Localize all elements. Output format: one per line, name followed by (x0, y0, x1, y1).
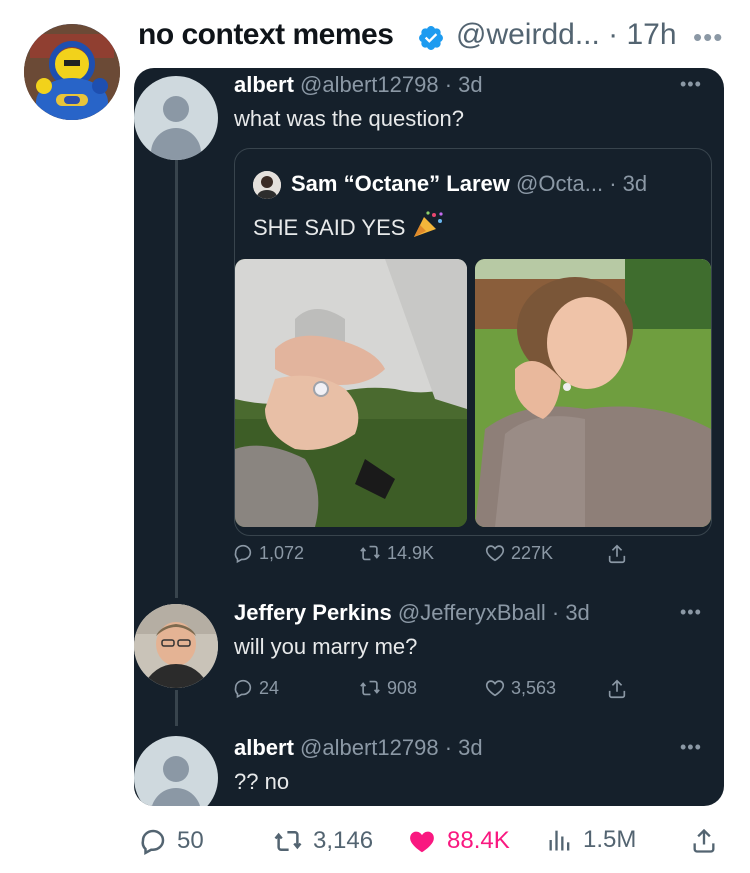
embedded-screenshot: albert @albert12798 · 3d ••• what was th… (134, 68, 724, 806)
more-horizontal-icon: ••• (680, 602, 702, 622)
tweet-author-line: albert @albert12798 · 3d (234, 735, 483, 761)
share-button[interactable] (690, 826, 718, 856)
author-handle-time: @albert12798 · 3d (300, 735, 483, 760)
retweet-count: 14.9K (387, 542, 435, 563)
more-horizontal-icon: ••• (680, 74, 702, 94)
default-avatar (134, 736, 218, 806)
reply-count-stat: 1,072 (232, 542, 304, 564)
author-handle-time: @albert12798 · 3d (300, 72, 483, 97)
reply-icon (234, 679, 252, 699)
reply-icon (234, 544, 252, 564)
more-horizontal-icon: ••• (680, 737, 702, 757)
quote-author-avatar (253, 171, 281, 199)
jeffery-avatar (134, 604, 218, 688)
handle-and-time[interactable]: @weirdd... · 17h (456, 18, 677, 52)
like-button[interactable]: 88.4K (406, 826, 510, 856)
thread-connector-line (175, 690, 178, 726)
verified-badge-icon (419, 26, 443, 50)
ring-hand-photo (235, 259, 467, 527)
reply-count-stat: 24 (232, 677, 279, 699)
tweet-text: ?? no (234, 769, 290, 794)
views-chart-icon (549, 830, 570, 851)
display-name[interactable]: no context memes (138, 18, 394, 52)
retweet-icon (360, 680, 380, 696)
views-button[interactable]: 1.5M (546, 826, 636, 854)
default-avatar (134, 76, 218, 160)
heart-icon (485, 680, 505, 697)
retweet-count-stat: 908 (358, 677, 417, 699)
reply-icon (141, 829, 165, 855)
profile-avatar[interactable] (24, 24, 120, 120)
heart-filled-icon (410, 831, 434, 853)
retweet-count: 3,146 (313, 827, 374, 854)
author-handle-time: @JefferyxBball · 3d (397, 600, 590, 625)
like-count-stat: 3,563 (484, 677, 556, 699)
tweet-author-line: albert @albert12798 · 3d (234, 72, 483, 98)
quote-text-line: SHE SAID YES (253, 211, 444, 241)
like-count: 227K (511, 542, 554, 563)
author-name: albert (234, 735, 294, 760)
like-count-stat: 227K (484, 542, 553, 564)
like-count: 3,563 (511, 677, 557, 698)
quote-text: SHE SAID YES (253, 215, 406, 240)
reply-count: 50 (177, 827, 204, 854)
quote-author-handle-time: @Octa... · 3d (516, 171, 648, 196)
retweet-count: 908 (387, 677, 418, 698)
author-name: albert (234, 72, 294, 97)
reply-count: 24 (259, 677, 280, 698)
reply-button[interactable]: 50 (138, 826, 204, 856)
gorilla-mascot-icon (24, 24, 120, 120)
woman-photo (475, 259, 711, 527)
share-stat (606, 542, 628, 566)
quoted-tweet: Sam “Octane” Larew @Octa... · 3d SHE SAI… (234, 148, 712, 536)
view-count: 1.5M (583, 826, 637, 853)
share-icon (608, 544, 626, 564)
share-icon (608, 679, 626, 699)
retweet-button[interactable]: 3,146 (272, 826, 373, 856)
retweet-icon (274, 831, 302, 851)
tweet-text: will you marry me? (234, 634, 418, 659)
share-stat (606, 677, 628, 701)
share-icon (693, 828, 715, 853)
thread-connector-line (175, 158, 178, 598)
quote-author-line: Sam “Octane” Larew @Octa... · 3d (291, 171, 647, 197)
like-count: 88.4K (447, 827, 510, 854)
quote-author-name: Sam “Octane” Larew (291, 171, 510, 196)
tweet-author-line: Jeffery Perkins @JefferyxBball · 3d (234, 600, 590, 626)
more-horizontal-icon[interactable]: ••• (693, 22, 723, 53)
party-popper-icon (413, 211, 443, 237)
retweet-count-stat: 14.9K (358, 542, 434, 564)
heart-icon (485, 545, 505, 562)
author-name: Jeffery Perkins (234, 600, 392, 625)
retweet-icon (360, 545, 380, 561)
tweet-text: what was the question? (234, 106, 464, 131)
reply-count: 1,072 (259, 542, 305, 563)
